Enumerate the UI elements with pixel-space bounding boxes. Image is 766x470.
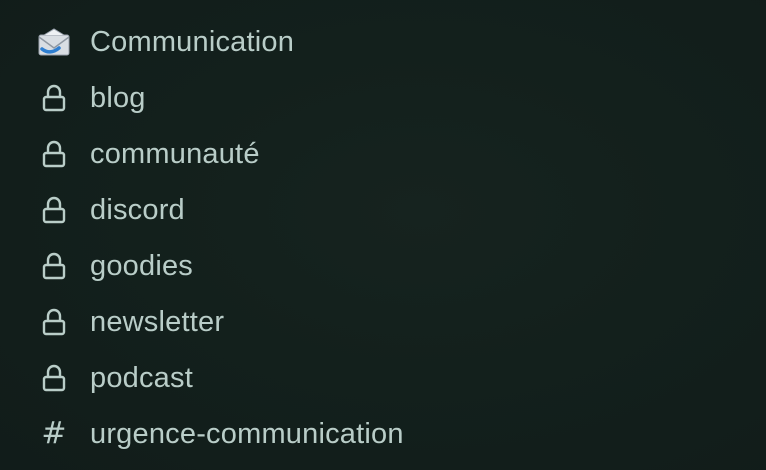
channel-item-goodies[interactable]: goodies <box>0 238 766 294</box>
channel-item-podcast[interactable]: podcast <box>0 350 766 406</box>
lock-icon <box>36 360 72 396</box>
channel-item-urgence-communication[interactable]: # urgence-communication <box>0 406 766 462</box>
channel-label: Communication <box>90 26 295 58</box>
hash-glyph: # <box>41 416 67 451</box>
hash-icon: # <box>36 416 72 452</box>
channel-label: urgence-communication <box>90 418 404 450</box>
lock-icon <box>36 192 72 228</box>
channel-item-communication[interactable]: Communication <box>0 14 766 70</box>
lock-icon <box>36 80 72 116</box>
channel-list: Communication blog communauté discord go… <box>0 14 766 462</box>
channel-item-discord[interactable]: discord <box>0 182 766 238</box>
channel-label: goodies <box>90 250 193 282</box>
channel-item-blog[interactable]: blog <box>0 70 766 126</box>
channel-item-newsletter[interactable]: newsletter <box>0 294 766 350</box>
lock-icon <box>36 248 72 284</box>
channel-label: discord <box>90 194 185 226</box>
channel-label: podcast <box>90 362 193 394</box>
channel-label: newsletter <box>90 306 225 338</box>
channel-label: blog <box>90 82 146 114</box>
lock-icon <box>36 136 72 172</box>
lock-icon <box>36 304 72 340</box>
envelope-icon <box>36 24 72 60</box>
channel-label: communauté <box>90 138 260 170</box>
channel-item-communaute[interactable]: communauté <box>0 126 766 182</box>
